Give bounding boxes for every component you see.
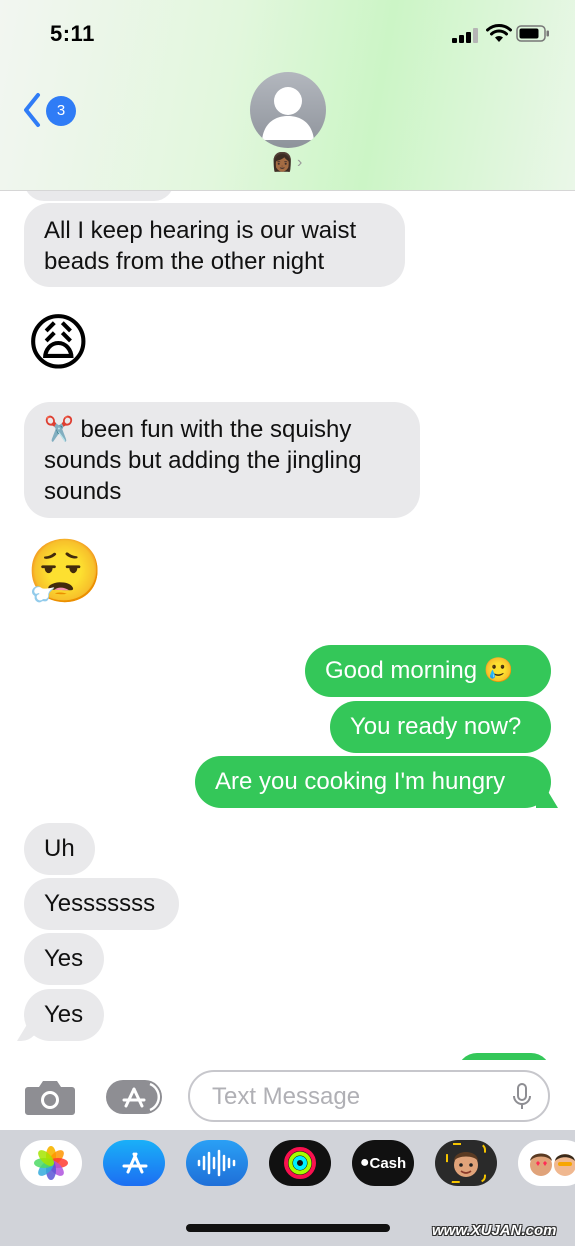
message-bubble-outgoing[interactable]: You ready now? — [330, 701, 551, 753]
microphone-icon[interactable] — [512, 1083, 532, 1111]
memoji-stickers-icon — [530, 1153, 575, 1176]
photos-app-button[interactable] — [20, 1140, 82, 1186]
camera-icon — [25, 1081, 75, 1115]
battery-icon — [516, 25, 549, 42]
watermark-text: www.XUJAN.com — [432, 1222, 557, 1239]
chevron-left-icon — [24, 93, 40, 127]
imessage-app-drawer: ● Cash www.XUJAN.com — [0, 1130, 575, 1246]
message-bubble-outgoing[interactable]: Good morning 🥲 — [305, 645, 551, 697]
photos-icon — [34, 1146, 68, 1180]
message-bubble-incoming[interactable]: Yes — [24, 989, 104, 1041]
message-emoji-incoming[interactable]: 😮‍💨 — [26, 538, 103, 608]
fitness-app-button[interactable] — [269, 1140, 331, 1186]
app-store-icon — [122, 1152, 148, 1174]
apple-logo-icon: ● — [359, 1154, 370, 1171]
memoji-stickers-app-button[interactable] — [518, 1140, 575, 1186]
apple-cash-label: Cash — [369, 1154, 407, 1172]
message-bubble-incoming[interactable]: Uh — [24, 823, 95, 875]
activity-rings-icon — [284, 1147, 316, 1179]
person-silhouette-icon — [262, 87, 314, 140]
conversation-header: 5:11 3 👩🏾 › — [0, 0, 575, 191]
message-thread[interactable]: All I keep hearing is our waist beads fr… — [0, 191, 575, 1061]
message-text-field[interactable] — [188, 1070, 550, 1122]
app-store-icon — [122, 1082, 160, 1112]
home-indicator[interactable] — [186, 1224, 390, 1232]
previous-message-bubble-partial — [24, 191, 174, 201]
status-time: 5:11 — [50, 21, 95, 46]
message-bubble-outgoing[interactable]: Are you cooking I'm hungry — [195, 756, 551, 808]
message-bubble-incoming[interactable]: ✂️ been fun with the squishy sounds but … — [24, 402, 420, 518]
audio-message-app-button[interactable] — [186, 1140, 248, 1186]
apps-button[interactable] — [106, 1080, 162, 1114]
message-bubble-incoming[interactable]: All I keep hearing is our waist beads fr… — [24, 203, 405, 287]
back-button[interactable]: 3 — [22, 92, 82, 128]
waveform-icon — [197, 1149, 236, 1177]
contact-avatar[interactable] — [250, 72, 326, 148]
apple-cash-app-button[interactable]: ● Cash — [352, 1140, 414, 1186]
unread-count-badge: 3 — [46, 96, 76, 126]
contact-details-chevron-icon[interactable]: › — [297, 154, 302, 172]
compose-bar — [0, 1060, 575, 1130]
contact-name-emoji[interactable]: 👩🏾 — [271, 152, 293, 173]
wifi-icon — [486, 24, 512, 42]
app-store-app-button[interactable] — [103, 1140, 165, 1186]
camera-button[interactable] — [24, 1078, 76, 1116]
message-bubble-incoming[interactable]: Yes — [24, 933, 104, 985]
message-input[interactable] — [210, 1080, 504, 1114]
memoji-icon — [446, 1143, 486, 1183]
memoji-app-button[interactable] — [435, 1140, 497, 1186]
message-emoji-incoming[interactable]: 😩 — [26, 309, 91, 379]
message-bubble-incoming[interactable]: Yesssssss — [24, 878, 179, 930]
status-bar: 5:11 — [0, 0, 575, 66]
cellular-signal-icon — [452, 28, 478, 43]
